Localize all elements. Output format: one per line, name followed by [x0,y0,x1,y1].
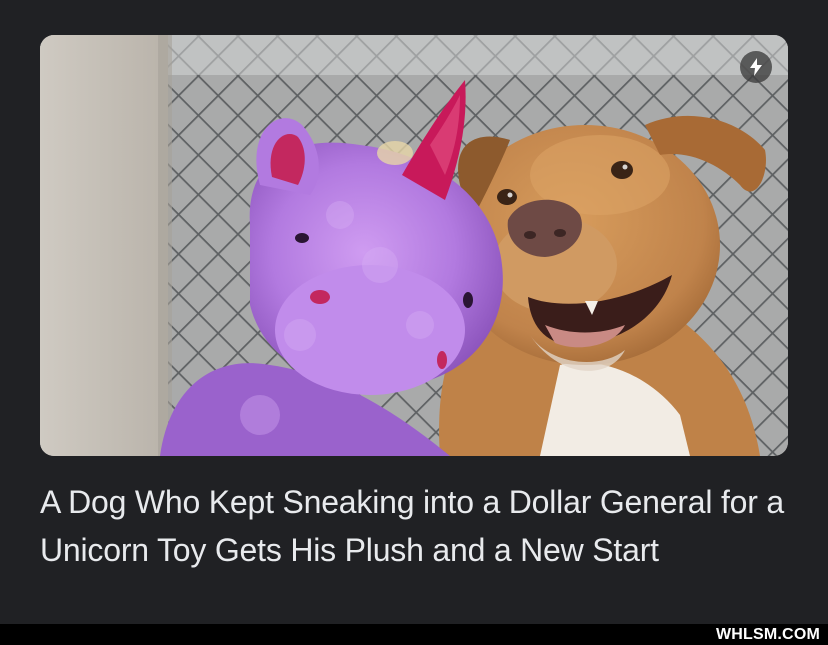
dog-and-unicorn-photo [40,35,788,456]
article-image[interactable] [40,35,788,456]
article-headline[interactable]: A Dog Who Kept Sneaking into a Dollar Ge… [40,478,800,574]
watermark-bar: WHLSM.COM [0,624,828,645]
news-card[interactable]: A Dog Who Kept Sneaking into a Dollar Ge… [0,0,828,624]
site-watermark: WHLSM.COM [715,626,820,643]
amp-lightning-icon [740,51,772,83]
